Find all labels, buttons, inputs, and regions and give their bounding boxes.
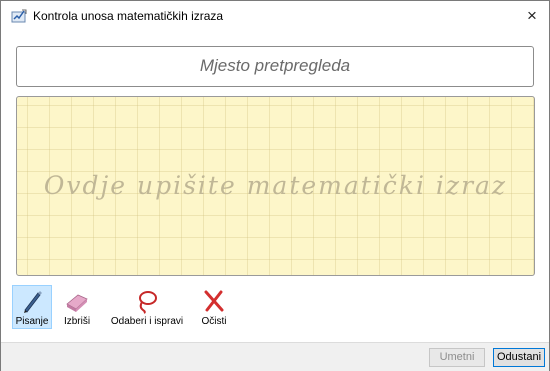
pen-icon	[24, 291, 42, 313]
cancel-button[interactable]: Odustani	[493, 348, 545, 367]
preview-placeholder: Mjesto pretpregleda	[199, 56, 351, 75]
eraser-icon	[66, 294, 88, 312]
lasso-icon	[139, 291, 157, 314]
preview-box: Mjesto pretpregleda	[16, 46, 534, 87]
tool-write-button[interactable]: Pisanje	[12, 285, 52, 329]
clear-x-icon	[204, 290, 224, 312]
insert-button[interactable]: Umetni	[429, 348, 485, 367]
math-input-window: Kontrola unosa matematičkih izraza × Mje…	[0, 0, 550, 371]
dialog-footer: Umetni Odustani	[1, 342, 549, 371]
tool-clear-button[interactable]: Očisti	[197, 286, 231, 328]
tool-erase-label: Izbriši	[63, 316, 91, 327]
tool-clear-label: Očisti	[201, 316, 227, 327]
writing-placeholder: Ovdje upišite matematički izraz	[43, 171, 508, 200]
math-input-app-icon	[11, 9, 27, 23]
window-title: Kontrola unosa matematičkih izraza	[33, 9, 224, 23]
tool-erase-button[interactable]: Izbriši	[59, 286, 95, 328]
ink-toolbar: Pisanje Izbriši Odaberi i ispravi Očisti	[12, 285, 413, 329]
tool-write-label: Pisanje	[15, 316, 49, 327]
handwriting-canvas[interactable]: Ovdje upišite matematički izraz	[16, 96, 535, 276]
tool-select-correct-label: Odaberi i ispravi	[110, 316, 184, 327]
tool-select-correct-button[interactable]: Odaberi i ispravi	[103, 286, 191, 328]
close-button[interactable]: ×	[521, 5, 543, 27]
title-bar[interactable]: Kontrola unosa matematičkih izraza ×	[1, 1, 549, 31]
